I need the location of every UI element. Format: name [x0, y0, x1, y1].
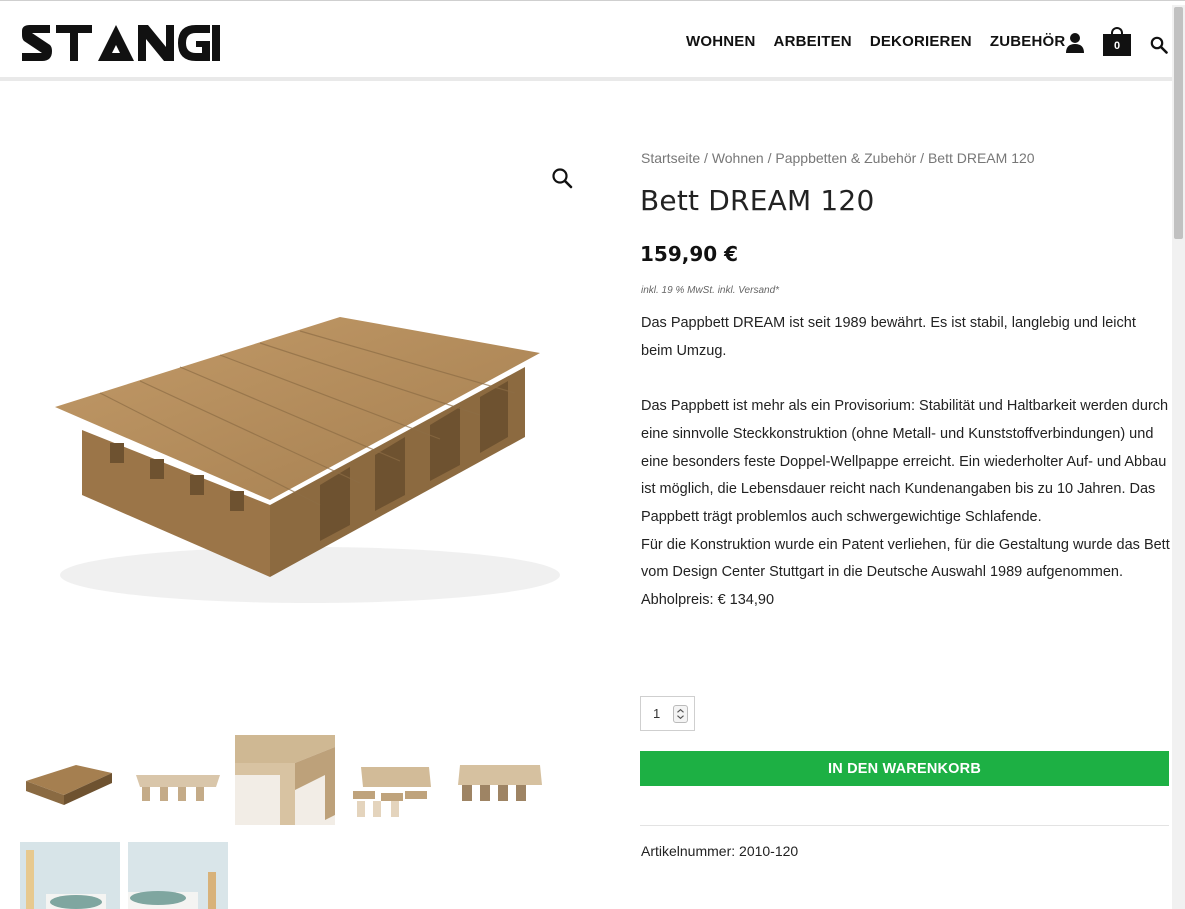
page-scrollbar[interactable] [1172, 5, 1185, 909]
cart-count-badge: 0 [1103, 34, 1131, 56]
breadcrumb: Startseite / Wohnen / Pappbetten & Zubeh… [641, 150, 1035, 166]
quantity-stepper[interactable] [673, 705, 688, 723]
description-paragraph: Das Pappbett DREAM ist seit 1989 bewährt… [641, 315, 1136, 359]
quantity-value[interactable]: 1 [653, 706, 660, 721]
thumbnail-7[interactable] [128, 842, 228, 909]
thumbnail-3[interactable] [235, 735, 335, 825]
thumbnail-1[interactable] [20, 735, 120, 825]
breadcrumb-link-home[interactable]: Startseite [641, 150, 700, 166]
meta-divider [640, 825, 1169, 826]
site-header: WOHNEN ARBEITEN DEKORIEREN ZUBEHÖR 0 [0, 5, 1172, 81]
product-price: 159,90 € [640, 242, 739, 266]
breadcrumb-separator: / [700, 150, 712, 166]
breadcrumb-link-pappbetten[interactable]: Pappbetten & Zubehör [775, 150, 916, 166]
pickup-price: Abholpreis: € 134,90 [641, 592, 775, 609]
breadcrumb-separator: / [763, 150, 776, 166]
thumbnail-4[interactable] [343, 735, 443, 825]
description-paragraph: Das Pappbett ist mehr als ein Provisoriu… [641, 398, 1169, 525]
breadcrumb-separator: / [916, 150, 928, 166]
cart-button[interactable]: 0 [1103, 25, 1131, 57]
description-paragraph: Für die Konstruktion wurde ein Patent ve… [641, 536, 1170, 581]
product-description: Das Pappbett DREAM ist seit 1989 bewährt… [641, 310, 1171, 615]
sku-line: Artikelnummer: 2010-120 [641, 843, 798, 859]
main-nav: WOHNEN ARBEITEN DEKORIEREN ZUBEHÖR [686, 33, 1065, 50]
sku-value: 2010-120 [739, 843, 799, 859]
thumbnail-5[interactable] [450, 735, 550, 825]
scrollbar-thumb[interactable] [1174, 7, 1183, 239]
search-icon[interactable] [1150, 36, 1168, 54]
sku-label: Artikelnummer: [641, 843, 736, 859]
thumbnail-2[interactable] [128, 735, 228, 825]
add-to-cart-button[interactable]: IN DEN WARENKORB [640, 751, 1169, 786]
breadcrumb-link-wohnen[interactable]: Wohnen [712, 150, 764, 166]
nav-item-dekorieren[interactable]: DEKORIEREN [870, 33, 972, 50]
quantity-field[interactable]: 1 [640, 696, 695, 731]
breadcrumb-current: Bett DREAM 120 [927, 150, 1035, 166]
nav-item-wohnen[interactable]: WOHNEN [686, 33, 756, 50]
nav-item-arbeiten[interactable]: ARBEITEN [774, 33, 852, 50]
user-icon[interactable] [1064, 32, 1086, 54]
nav-item-zubehoer[interactable]: ZUBEHÖR [990, 33, 1066, 50]
product-title: Bett DREAM 120 [640, 184, 875, 217]
thumbnail-6[interactable] [20, 842, 120, 909]
tax-note: inkl. 19 % MwSt. inkl. Versand* [641, 285, 780, 296]
site-logo[interactable] [20, 25, 220, 61]
product-main-image[interactable] [20, 145, 590, 715]
zoom-icon[interactable] [549, 165, 575, 191]
